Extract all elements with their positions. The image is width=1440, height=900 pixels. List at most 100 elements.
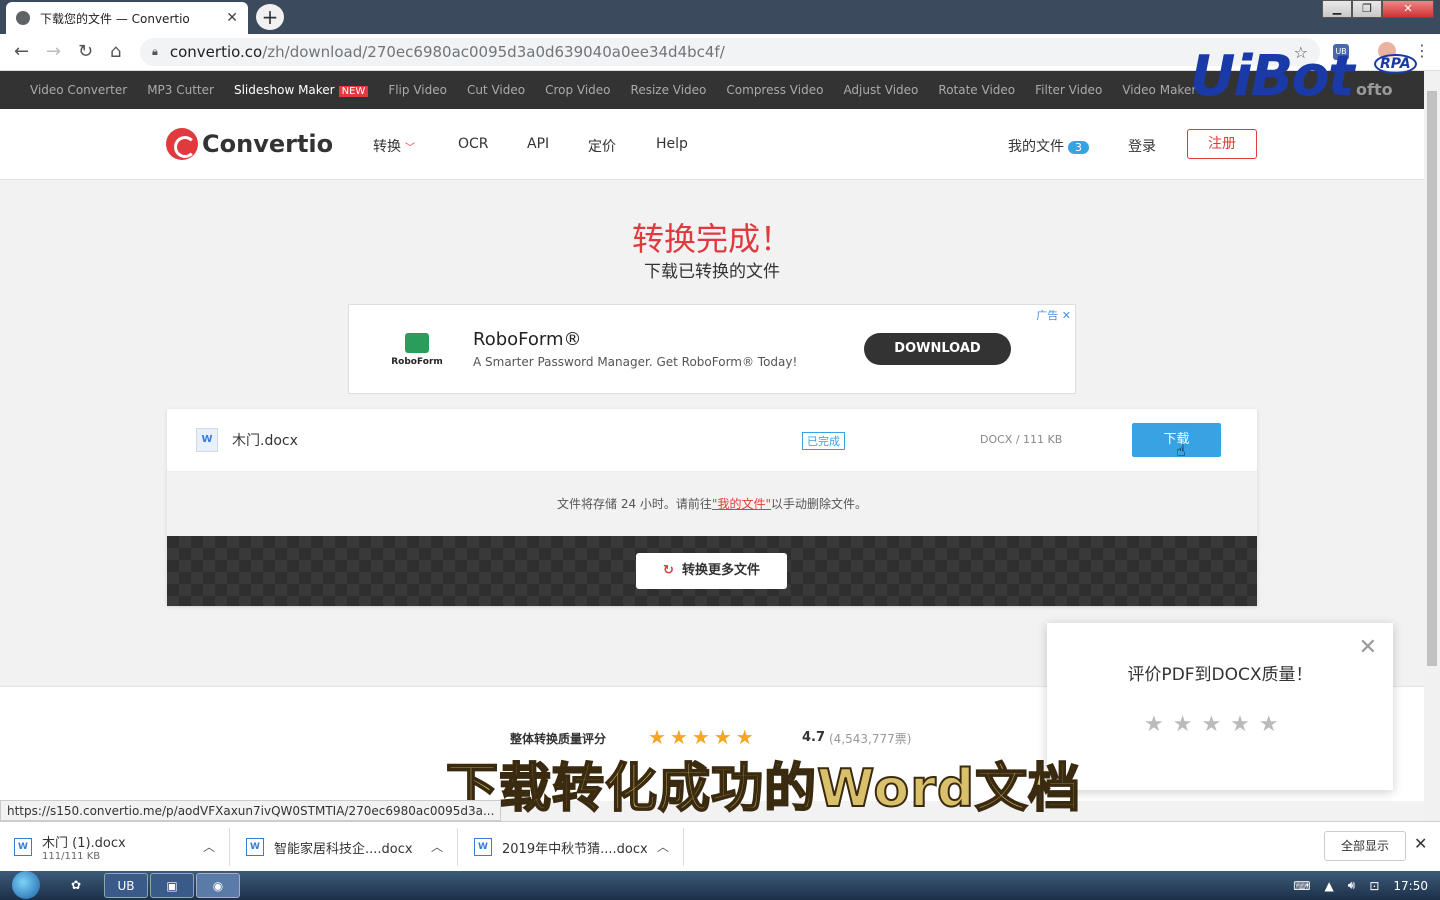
my-files-link[interactable]: 我的文件 3 bbox=[1008, 136, 1089, 156]
nav-help[interactable]: Help bbox=[656, 136, 688, 152]
minimize-button[interactable]: ▁ bbox=[1322, 0, 1352, 18]
url-domain: convertio.co bbox=[169, 43, 263, 61]
maximize-button[interactable]: ❐ bbox=[1352, 0, 1382, 18]
tool-mp3-cutter[interactable]: MP3 Cutter bbox=[147, 83, 214, 97]
tool-rotate-video[interactable]: Rotate Video bbox=[938, 83, 1015, 97]
tool-compress-video[interactable]: Compress Video bbox=[726, 83, 823, 97]
tool-slideshow-label: Slideshow Maker bbox=[233, 83, 335, 97]
storage-note: 文件将存储 24 小时。请前往"我的文件"以手动删除文件。 bbox=[167, 495, 1257, 512]
page-subtitle: 下载已转换的文件 bbox=[644, 262, 780, 282]
my-files-count-badge: 3 bbox=[1068, 141, 1089, 154]
browser-tab[interactable]: 下载您的文件 — Convertio ✕ bbox=[6, 2, 248, 34]
shelf-close-icon[interactable]: ✕ bbox=[1414, 834, 1427, 853]
url-field[interactable]: 🔒︎ convertio.co/zh/download/270ec6980ac0… bbox=[140, 38, 1320, 66]
tool-crop-video[interactable]: Crop Video bbox=[545, 83, 610, 97]
nav-ocr[interactable]: OCR bbox=[458, 136, 489, 152]
tool-video-maker[interactable]: Video Maker bbox=[1122, 83, 1196, 97]
login-link[interactable]: 登录 bbox=[1128, 136, 1156, 156]
tool-slideshow-maker[interactable]: Slideshow Maker NEW bbox=[233, 83, 369, 97]
storage-note-after: 以手动删除文件。 bbox=[770, 497, 867, 511]
ad-choices-close[interactable]: 广告 ✕ bbox=[1036, 307, 1071, 323]
taskbar-uibot[interactable]: UB bbox=[104, 873, 148, 898]
convert-more-button[interactable]: ↻ 转换更多文件 bbox=[636, 553, 787, 589]
volume-icon[interactable]: 🔊︎ bbox=[1348, 878, 1356, 893]
convertio-logo[interactable]: Convertio bbox=[166, 128, 333, 160]
taskbar-app-icon[interactable]: ✿ bbox=[54, 873, 98, 898]
keyboard-icon[interactable]: ⌨ bbox=[1293, 879, 1310, 893]
rating-score: 4.7 bbox=[802, 730, 826, 745]
home-icon[interactable]: ⌂ bbox=[110, 41, 121, 62]
tool-resize-video[interactable]: Resize Video bbox=[631, 83, 707, 97]
ad-logo-text: RoboForm bbox=[391, 357, 443, 367]
chevron-up-icon[interactable]: ︿ bbox=[657, 838, 669, 855]
network-icon[interactable]: ⊡ bbox=[1369, 879, 1379, 893]
download-item[interactable]: W 2019年中秋节猜....docx ︿ bbox=[474, 828, 684, 866]
scrollbar-thumb[interactable] bbox=[1427, 91, 1437, 666]
download-item[interactable]: W 木门 (1).docx 111/111 KB ︿ bbox=[14, 828, 230, 866]
file-row: W 木门.docx 已完成 DOCX / 111 KB 下载 ☝ bbox=[167, 409, 1257, 472]
reload-icon[interactable]: ↻ bbox=[78, 41, 93, 62]
ad-banner[interactable]: RoboForm RoboForm® A Smarter Password Ma… bbox=[348, 304, 1076, 394]
my-files-label: 我的文件 bbox=[1008, 139, 1064, 155]
tool-cut-video[interactable]: Cut Video bbox=[467, 83, 525, 97]
page-title: 转换完成！ bbox=[631, 220, 792, 258]
nav-convert[interactable]: 转换 ﹀ bbox=[373, 136, 415, 156]
globe-icon bbox=[16, 11, 30, 25]
taskbar-app-icon[interactable]: ▣ bbox=[150, 873, 194, 898]
windows-logo-icon bbox=[12, 871, 40, 899]
page-scrollbar[interactable] bbox=[1424, 71, 1440, 821]
back-icon[interactable]: ← bbox=[14, 41, 29, 62]
download-item[interactable]: W 智能家居科技企....docx ︿ bbox=[246, 828, 458, 866]
tool-filter-video[interactable]: Filter Video bbox=[1035, 83, 1102, 97]
word-file-icon: W bbox=[196, 428, 218, 452]
tool-video-converter[interactable]: Video Converter bbox=[30, 83, 127, 97]
system-tray: ⌨ ▲ 🔊︎ ⊡ 17:50 bbox=[1279, 871, 1440, 900]
chrome-icon[interactable]: ◉ bbox=[196, 873, 240, 898]
main-content: 转换完成！ 下载已转换的文件 RoboForm RoboForm® A Smar… bbox=[0, 180, 1424, 690]
convert-more-label: 转换更多文件 bbox=[681, 563, 760, 578]
forward-icon[interactable]: → bbox=[46, 41, 61, 62]
rating-votes: (4,543,777票) bbox=[829, 732, 912, 746]
url-path: /zh/download/270ec6980ac0095d3a0d639040a… bbox=[262, 43, 725, 61]
file-name: 木门.docx bbox=[232, 433, 298, 449]
download-progress: 111/111 KB bbox=[42, 851, 101, 862]
ad-text: A Smarter Password Manager. Get RoboForm… bbox=[473, 355, 798, 369]
nav-pricing[interactable]: 定价 bbox=[588, 136, 616, 156]
tool-flip-video[interactable]: Flip Video bbox=[388, 83, 447, 97]
nav-api[interactable]: API bbox=[527, 136, 549, 152]
menu-kebab-icon[interactable]: ⋮ bbox=[1414, 41, 1430, 60]
new-tab-button[interactable]: + bbox=[256, 4, 284, 30]
start-button[interactable] bbox=[8, 871, 44, 900]
nav-convert-label: 转换 bbox=[373, 139, 401, 155]
hand-cursor-icon: ☝ bbox=[1176, 441, 1186, 460]
popup-star-rating[interactable]: ★★★★★ bbox=[1144, 712, 1288, 737]
download-shelf: W 木门 (1).docx 111/111 KB ︿ W 智能家居科技企....d… bbox=[0, 821, 1440, 871]
show-all-downloads-button[interactable]: 全部显示 bbox=[1324, 831, 1406, 861]
tray-expand-icon[interactable]: ▲ bbox=[1325, 879, 1334, 893]
download-name: 2019年中秋节猜....docx bbox=[502, 841, 648, 857]
logo-text: Convertio bbox=[202, 130, 334, 158]
tab-close-icon[interactable]: ✕ bbox=[226, 10, 238, 26]
my-files-inline-link[interactable]: "我的文件" bbox=[712, 497, 771, 511]
popup-title: 评价PDF到DOCX质量！ bbox=[1127, 665, 1313, 685]
status-url: https://s150.convertio.me/p/aodVFXaxun7i… bbox=[0, 800, 502, 821]
status-badge: 已完成 bbox=[802, 432, 845, 450]
ad-title[interactable]: RoboForm® bbox=[473, 329, 582, 350]
convert-more-band: ↻ 转换更多文件 bbox=[167, 536, 1257, 606]
word-file-icon: W bbox=[474, 838, 492, 856]
lock-icon: 🔒︎ bbox=[152, 45, 158, 58]
window-close-button[interactable]: ✕ bbox=[1382, 0, 1434, 18]
site-header: Convertio 转换 ﹀ OCR API 定价 Help 我的文件 3 登录 注… bbox=[0, 109, 1424, 180]
browser-titlebar: 下载您的文件 — Convertio ✕ + ▁ ❐ ✕ bbox=[0, 0, 1440, 34]
word-file-icon: W bbox=[14, 838, 32, 856]
chevron-up-icon[interactable]: ︿ bbox=[431, 838, 443, 855]
refresh-icon: ↻ bbox=[663, 563, 674, 578]
tool-adjust-video[interactable]: Adjust Video bbox=[843, 83, 918, 97]
word-file-icon: W bbox=[246, 838, 264, 856]
ad-download-button[interactable]: DOWNLOAD bbox=[864, 333, 1011, 365]
storage-note-before: 文件将存储 24 小时。请前往 bbox=[557, 497, 712, 511]
popup-close-icon[interactable]: ✕ bbox=[1359, 635, 1377, 660]
chevron-up-icon[interactable]: ︿ bbox=[203, 838, 215, 855]
clock[interactable]: 17:50 bbox=[1393, 879, 1428, 893]
signup-button[interactable]: 注册 bbox=[1187, 129, 1257, 159]
